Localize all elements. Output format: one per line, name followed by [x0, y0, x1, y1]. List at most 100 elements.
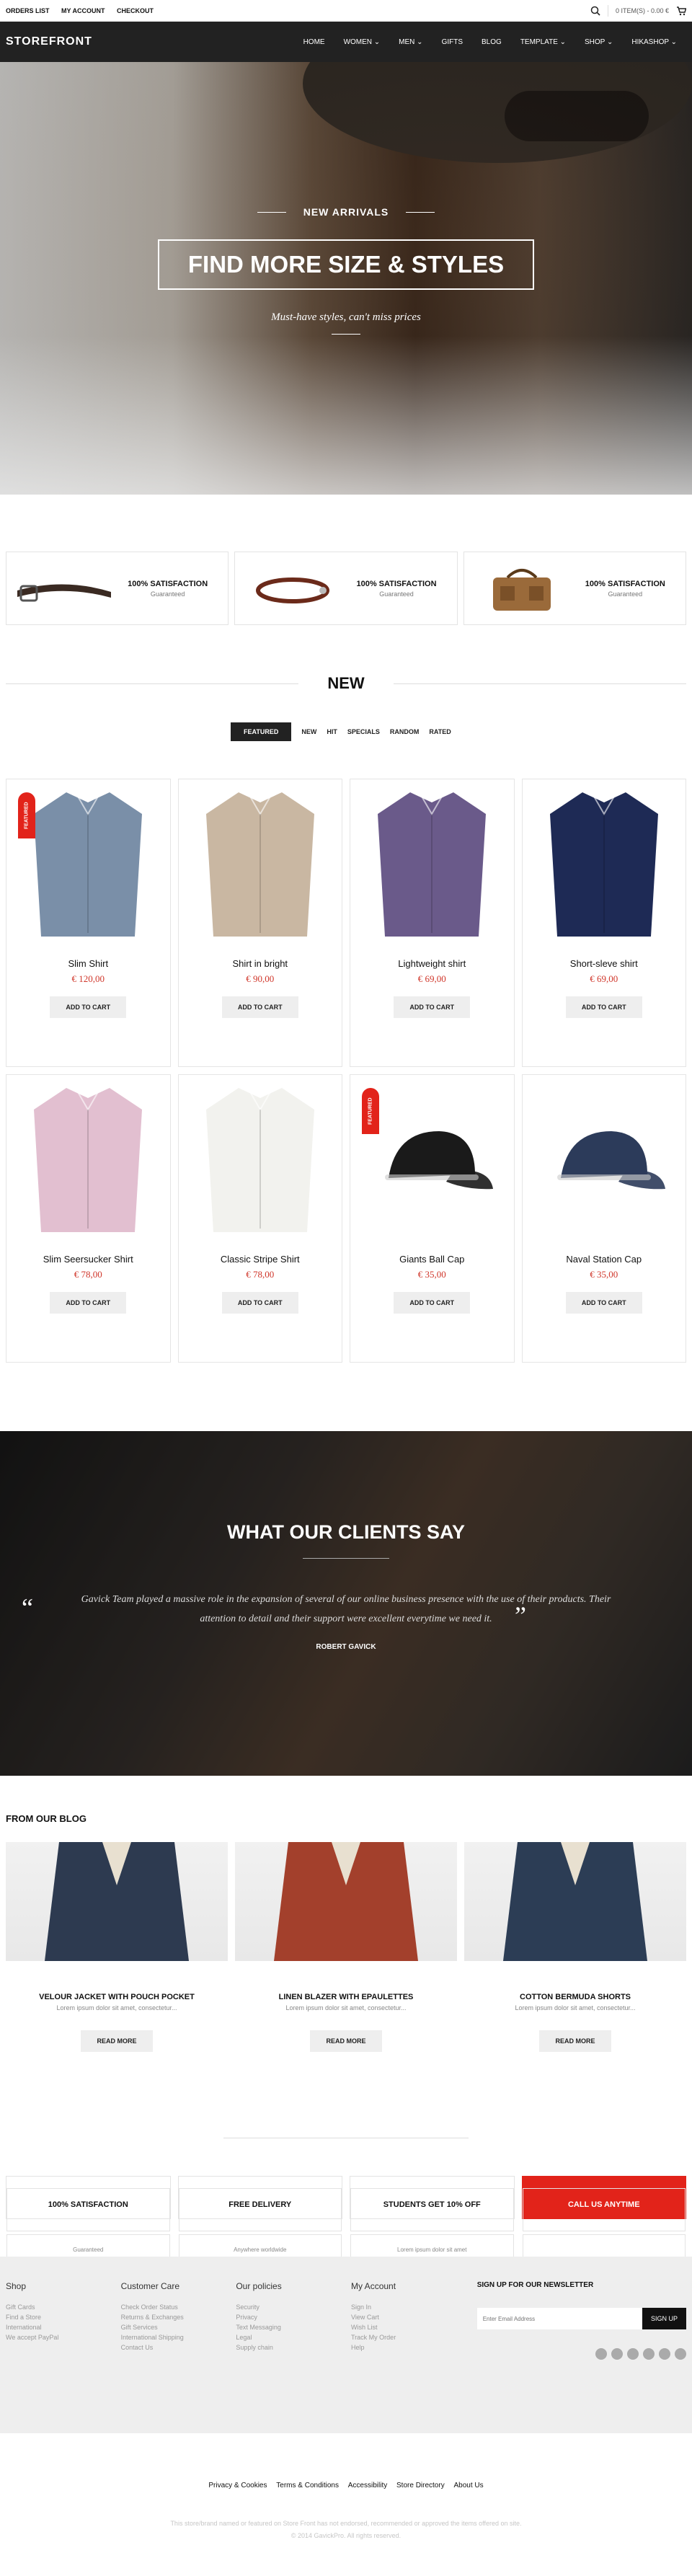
orders-list-link[interactable]: ORDERS LIST [6, 7, 50, 14]
read-more-button[interactable]: READ MORE [539, 2030, 611, 2052]
product-card[interactable]: Classic Stripe Shirt € 78,00 ADD TO CART [177, 1074, 342, 1363]
menu-men[interactable]: MEN ⌄ [389, 38, 432, 46]
footer-link[interactable]: Gift Services [121, 2323, 236, 2333]
read-more-button[interactable]: READ MORE [81, 2030, 153, 2052]
footer-link[interactable]: Privacy [236, 2313, 351, 2323]
footer-link[interactable]: Wish List [351, 2323, 466, 2333]
footer-link[interactable]: Security [236, 2303, 351, 2313]
menu-home[interactable]: HOME [294, 38, 334, 46]
footer-link[interactable]: Find a Store [6, 2313, 121, 2323]
feature-box[interactable]: 100% SATISFACTION Guaranteed [6, 552, 229, 625]
footer-bottom-link[interactable]: Store Directory [396, 2482, 445, 2489]
checkout-link[interactable]: CHECKOUT [117, 7, 154, 14]
dribbble-icon[interactable] [595, 2348, 607, 2360]
read-more-button[interactable]: READ MORE [310, 2030, 382, 2052]
footer-link[interactable]: We accept PayPal [6, 2333, 121, 2343]
my-account-link[interactable]: MY ACCOUNT [61, 7, 105, 14]
blog-post-title[interactable]: VELOUR JACKET WITH POUCH POCKET [6, 1993, 228, 2001]
add-to-cart-button[interactable]: ADD TO CART [221, 1292, 298, 1314]
usp-box[interactable]: 100% SATISFACTION Guaranteed [6, 2176, 171, 2278]
menu-women[interactable]: WOMEN ⌄ [334, 38, 390, 46]
facebook-icon[interactable] [627, 2348, 639, 2360]
gplus-icon[interactable] [675, 2348, 686, 2360]
product-card[interactable]: Lightweight shirt € 69,00 ADD TO CART [350, 779, 515, 1067]
pinterest-icon[interactable] [643, 2348, 655, 2360]
call-us-box[interactable]: CALL US ANYTIME +666 5555 555 666 [521, 2176, 686, 2278]
blog-image[interactable] [235, 1842, 457, 1961]
menu-blog[interactable]: BLOG [472, 38, 511, 46]
tab-hit[interactable]: HIT [327, 728, 337, 735]
newsletter-email-input[interactable] [476, 2308, 642, 2329]
add-to-cart-button[interactable]: ADD TO CART [394, 1292, 471, 1314]
add-to-cart-button[interactable]: ADD TO CART [221, 996, 298, 1018]
product-image[interactable] [356, 785, 508, 951]
product-name[interactable]: Lightweight shirt [350, 958, 514, 969]
blog-post-title[interactable]: COTTON BERMUDA SHORTS [464, 1993, 686, 2001]
product-name[interactable]: Naval Station Cap [523, 1254, 686, 1265]
product-image[interactable] [185, 1081, 337, 1247]
footer-link[interactable]: Gift Cards [6, 2303, 121, 2313]
newsletter-signup-button[interactable]: SIGN UP [642, 2308, 686, 2329]
blog-image[interactable] [6, 1842, 228, 1961]
product-card[interactable]: Slim Seersucker Shirt € 78,00 ADD TO CAR… [6, 1074, 171, 1363]
product-name[interactable]: Shirt in bright [179, 958, 342, 969]
product-image[interactable] [528, 785, 680, 951]
blog-image[interactable] [464, 1842, 686, 1961]
usp-box[interactable]: FREE DELIVERY Anywhere worldwide [177, 2176, 342, 2278]
menu-shop[interactable]: SHOP ⌄ [575, 38, 622, 46]
footer-link[interactable]: View Cart [351, 2313, 466, 2323]
product-name[interactable]: Classic Stripe Shirt [179, 1254, 342, 1265]
product-card[interactable]: Slim Shirt € 120,00 ADD TO CART FEATURED [6, 779, 171, 1067]
feature-box[interactable]: 100% SATISFACTION Guaranteed [463, 552, 686, 625]
tab-new[interactable]: NEW [301, 728, 316, 735]
feature-box[interactable]: 100% SATISFACTION Guaranteed [234, 552, 458, 625]
product-image[interactable] [185, 785, 337, 951]
cart-summary[interactable]: 0 ITEM(S) - 0.00 € [616, 7, 669, 14]
add-to-cart-button[interactable]: ADD TO CART [565, 996, 642, 1018]
add-to-cart-button[interactable]: ADD TO CART [565, 1292, 642, 1314]
product-image[interactable] [528, 1081, 680, 1247]
footer-link[interactable]: Check Order Status [121, 2303, 236, 2313]
menu-hikashop[interactable]: HIKASHOP ⌄ [622, 38, 686, 46]
footer-bottom-link[interactable]: Terms & Conditions [276, 2482, 339, 2489]
footer-link[interactable]: Contact Us [121, 2343, 236, 2353]
footer-link[interactable]: Supply chain [236, 2343, 351, 2353]
footer-link[interactable]: Sign In [351, 2303, 466, 2313]
footer-bottom-link[interactable]: Accessibility [348, 2482, 387, 2489]
blog-post-title[interactable]: LINEN BLAZER WITH EPAULETTES [235, 1993, 457, 2001]
menu-template[interactable]: TEMPLATE ⌄ [511, 38, 575, 46]
tab-featured[interactable]: FEATURED [231, 722, 292, 741]
product-card[interactable]: Shirt in bright € 90,00 ADD TO CART [177, 779, 342, 1067]
footer-link[interactable]: Track My Order [351, 2333, 466, 2343]
product-card[interactable]: Giants Ball Cap € 35,00 ADD TO CART FEAT… [350, 1074, 515, 1363]
footer-link[interactable]: Returns & Exchanges [121, 2313, 236, 2323]
newsletter: SIGN UP FOR OUR NEWSLETTER SIGN UP [476, 2281, 686, 2360]
footer-link[interactable]: Text Messaging [236, 2323, 351, 2333]
footer-link[interactable]: Help [351, 2343, 466, 2353]
footer-link[interactable]: International Shipping [121, 2333, 236, 2343]
add-to-cart-button[interactable]: ADD TO CART [50, 1292, 127, 1314]
product-image[interactable] [12, 1081, 164, 1247]
add-to-cart-button[interactable]: ADD TO CART [50, 996, 127, 1018]
youtube-icon[interactable] [659, 2348, 670, 2360]
tab-rated[interactable]: RATED [429, 728, 451, 735]
usp-box[interactable]: STUDENTS GET 10% OFF Lorem ipsum dolor si… [350, 2176, 515, 2278]
search-icon[interactable] [590, 6, 600, 16]
footer-link[interactable]: Legal [236, 2333, 351, 2343]
product-card[interactable]: Naval Station Cap € 35,00 ADD TO CART [521, 1074, 686, 1363]
logo[interactable]: STOREFRONT [6, 35, 92, 48]
tab-specials[interactable]: SPECIALS [347, 728, 380, 735]
footer-bottom-link[interactable]: About Us [453, 2482, 483, 2489]
footer-bottom-link[interactable]: Privacy & Cookies [208, 2482, 267, 2489]
product-name[interactable]: Short-sleve shirt [523, 958, 686, 969]
footer-link[interactable]: International [6, 2323, 121, 2333]
cart-icon[interactable] [676, 6, 686, 16]
tab-random[interactable]: RANDOM [390, 728, 420, 735]
twitter-icon[interactable] [611, 2348, 623, 2360]
product-name[interactable]: Slim Seersucker Shirt [6, 1254, 170, 1265]
product-name[interactable]: Slim Shirt [6, 958, 170, 969]
menu-gifts[interactable]: GIFTS [432, 38, 472, 46]
add-to-cart-button[interactable]: ADD TO CART [394, 996, 471, 1018]
product-name[interactable]: Giants Ball Cap [350, 1254, 514, 1265]
product-card[interactable]: Short-sleve shirt € 69,00 ADD TO CART [521, 779, 686, 1067]
